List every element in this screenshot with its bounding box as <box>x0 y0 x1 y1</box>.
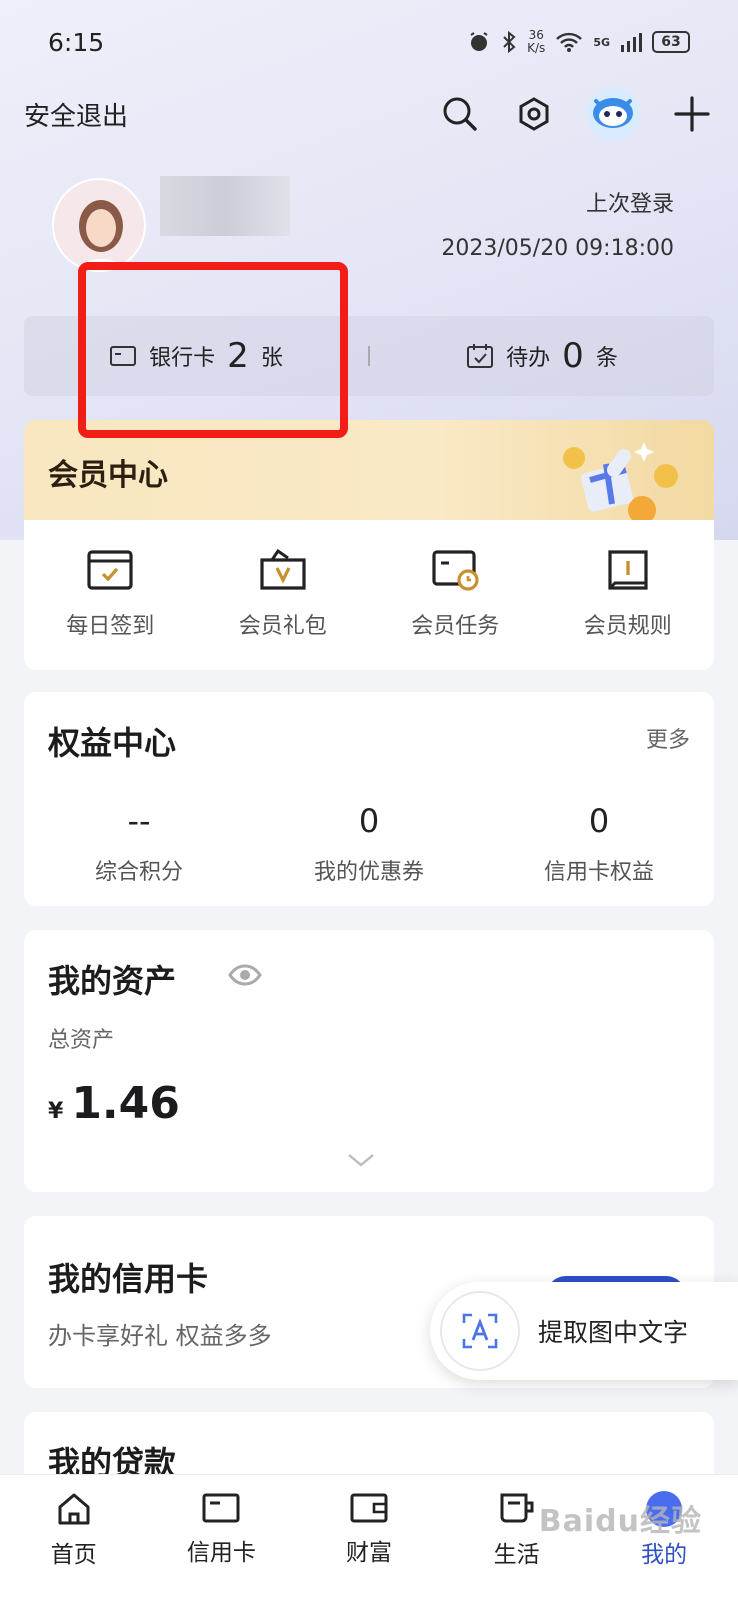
watermark: Baidu经验 <box>538 1504 702 1539</box>
rulebook-icon <box>608 550 648 590</box>
signal-label: 5G <box>593 35 610 49</box>
coupons-label: 我的优惠券 <box>313 860 424 885</box>
battery-indicator: 63 <box>652 31 690 53</box>
mascot-icon <box>593 98 633 128</box>
member-task-item[interactable]: 会员任务 <box>369 520 542 670</box>
card-benefits-label: 信用卡权益 <box>543 860 654 885</box>
member-center-title: 会员中心 <box>48 458 168 493</box>
credit-card-icon <box>202 1493 240 1523</box>
mascot-assistant-button[interactable] <box>586 87 640 141</box>
currency-symbol: ¥ <box>48 1099 64 1124</box>
coupons-stat[interactable]: 0 我的优惠券 <box>254 802 484 886</box>
points-label: 综合积分 <box>94 860 183 885</box>
search-icon <box>443 97 477 131</box>
extract-text-label: 提取图中文字 <box>538 1318 689 1347</box>
tab-credit-card[interactable]: 信用卡 <box>148 1475 296 1600</box>
annotation-highlight-box <box>78 262 348 438</box>
last-login-label: 上次登录 <box>585 192 674 217</box>
member-item-label: 会员规则 <box>583 614 672 639</box>
wifi-icon <box>556 32 583 52</box>
my-credit-card-subtitle: 办卡享好礼 权益多多 <box>48 1322 272 1350</box>
my-assets-title: 我的资产 <box>48 962 177 1000</box>
tab-label: 首页 <box>50 1542 97 1568</box>
gear-icon <box>519 97 549 131</box>
calendar-check-icon <box>87 550 133 590</box>
cup-icon <box>500 1493 534 1523</box>
total-assets-amount: 1.46 <box>71 1078 180 1129</box>
todo-unit: 条 <box>595 346 618 371</box>
top-bar: 安全退出 <box>0 84 738 144</box>
tab-label: 信用卡 <box>186 1540 256 1566</box>
status-bar: 6:15 36 K/s 5G 63 <box>0 0 738 84</box>
member-gift-item[interactable]: 会员礼包 <box>197 520 370 670</box>
tab-label: 我的 <box>641 1542 688 1568</box>
gift-coins-icon <box>563 442 678 520</box>
signal-bars-icon <box>621 33 642 52</box>
member-item-label: 会员任务 <box>411 614 500 639</box>
todo-count: 0 <box>562 336 584 376</box>
tab-label: 生活 <box>493 1542 540 1568</box>
bluetooth-icon <box>503 30 516 54</box>
last-login-time: 2023/05/20 09:18:00 <box>441 236 674 261</box>
plus-icon <box>674 96 710 132</box>
my-credit-card-title: 我的信用卡 <box>48 1260 209 1298</box>
my-assets-card: 我的资产 总资产 ¥ 1.46 <box>24 930 714 1192</box>
task-clock-icon <box>432 550 479 591</box>
card-benefits-stat[interactable]: 0 信用卡权益 <box>484 802 714 886</box>
member-center-grid: 每日签到 会员礼包 会员任务 会员规则 <box>24 520 714 670</box>
chevron-down-icon[interactable] <box>346 1152 376 1168</box>
text-recognition-icon <box>440 1291 520 1371</box>
settings-button[interactable] <box>512 92 556 136</box>
daily-checkin-item[interactable]: 每日签到 <box>24 520 197 670</box>
user-name-redacted <box>160 176 290 236</box>
todo-entry[interactable]: 待办 0 条 <box>370 336 714 376</box>
home-icon <box>58 1493 90 1525</box>
user-avatar-icon <box>75 200 127 270</box>
card-benefits-value: 0 <box>588 802 610 840</box>
alarm-icon <box>470 32 488 51</box>
total-assets-label: 总资产 <box>48 1028 115 1053</box>
points-stat[interactable]: -- 综合积分 <box>24 802 254 886</box>
coupons-value: 0 <box>358 802 380 840</box>
eye-visibility-icon[interactable] <box>228 960 262 990</box>
logout-button[interactable]: 安全退出 <box>24 96 128 133</box>
status-time: 6:15 <box>48 27 105 57</box>
tab-wealth[interactable]: 财富 <box>295 1475 443 1600</box>
add-button[interactable] <box>670 92 714 136</box>
member-item-label: 每日签到 <box>66 614 155 639</box>
tab-label: 财富 <box>345 1540 392 1566</box>
tab-home[interactable]: 首页 <box>0 1475 148 1600</box>
gift-bag-icon <box>260 548 306 590</box>
status-icons: 36 K/s 5G 63 <box>467 29 690 55</box>
wallet-icon <box>350 1493 388 1523</box>
member-rules-item[interactable]: 会员规则 <box>542 520 715 670</box>
todo-calendar-icon <box>467 344 494 368</box>
extract-text-floating-button[interactable]: 提取图中文字 <box>430 1282 738 1380</box>
search-button[interactable] <box>438 92 482 136</box>
net-speed: 36 K/s <box>527 28 546 55</box>
rights-center-card: 权益中心 更多 -- 综合积分 0 我的优惠券 0 信用卡权益 <box>24 692 714 906</box>
avatar[interactable] <box>52 178 146 272</box>
member-item-label: 会员礼包 <box>238 614 327 639</box>
total-assets-value: ¥ 1.46 <box>48 1078 180 1129</box>
rights-center-title: 权益中心 <box>48 724 177 762</box>
todo-label: 待办 <box>506 346 551 371</box>
rights-stats-row: -- 综合积分 0 我的优惠券 0 信用卡权益 <box>24 802 714 886</box>
top-actions <box>438 87 714 141</box>
rights-more-link[interactable]: 更多 <box>646 722 690 754</box>
points-value: -- <box>127 802 151 840</box>
